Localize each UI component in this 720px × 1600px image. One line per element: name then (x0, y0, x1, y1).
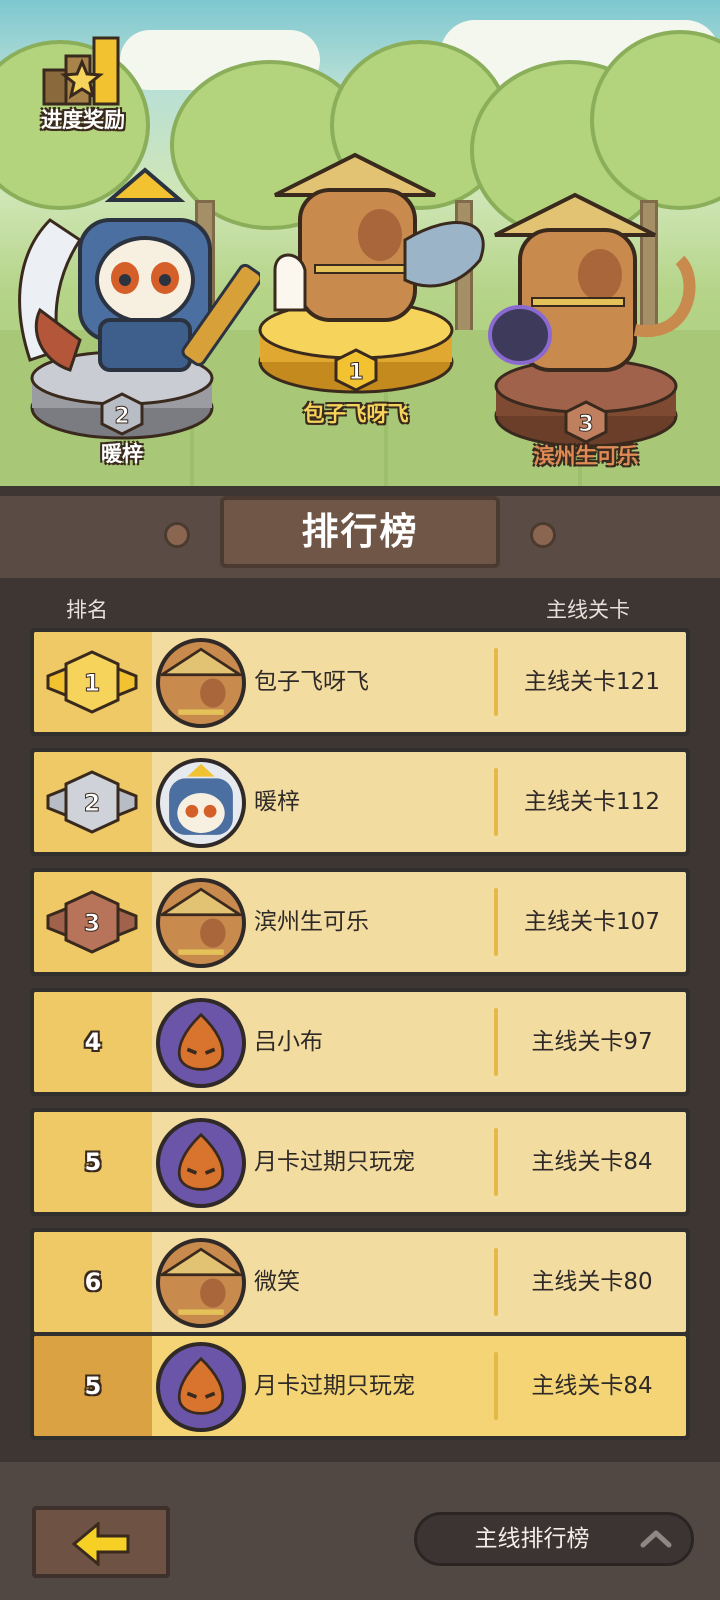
rank-number: 1 (84, 669, 101, 697)
list-item-body: 5 月卡过期只玩宠 主线关卡84 (34, 1112, 686, 1212)
list-item-body: 6 微笑 主线关卡80 (34, 1232, 686, 1332)
player-name: 包子飞呀飞 (254, 669, 369, 695)
board-header-edge (0, 486, 720, 496)
stage-value: 主线关卡112 (524, 789, 660, 815)
svg-text:2: 2 (114, 404, 129, 429)
bottom-bar: 主线排行榜 (0, 1446, 720, 1600)
player-name: 月卡过期只玩宠 (254, 1149, 415, 1175)
chevron-up-icon (640, 1530, 672, 1548)
podium-scene: 进度奖励 2 暖梓 1 包子飞呀飞 3 滨州生可乐 (0, 0, 720, 486)
stage-value: 主线关卡97 (531, 1029, 653, 1055)
avatar-chestnut (156, 1342, 246, 1432)
nail-left (164, 522, 190, 548)
list-item[interactable]: 4 吕小布 主线关卡97 (30, 988, 690, 1096)
rank-cell: 6 (34, 1232, 152, 1332)
stage-value: 主线关卡84 (531, 1373, 653, 1399)
list-item-body: 1 包子飞呀飞 主线关卡121 (34, 632, 686, 732)
svg-text:1: 1 (348, 360, 363, 385)
my-rank-row[interactable]: 5 月卡过期只玩宠 主线关卡84 (30, 1332, 690, 1440)
player-name: 吕小布 (254, 1029, 323, 1055)
list-item-body: 4 吕小布 主线关卡97 (34, 992, 686, 1092)
rank-number: 3 (84, 909, 101, 937)
avatar-capybara (156, 638, 246, 728)
list-item-body: 3 滨州生可乐 主线关卡107 (34, 872, 686, 972)
avatar-chestnut (156, 998, 246, 1088)
podium-second-name: 暖梓 (101, 442, 143, 466)
progress-reward-button[interactable]: 进度奖励 (28, 34, 138, 134)
leaderboard-switch-label: 主线排行榜 (474, 1526, 590, 1552)
rank-cell: 5 (34, 1336, 152, 1436)
avatar-capybara (156, 878, 246, 968)
stage-value: 主线关卡107 (524, 909, 660, 935)
list-item[interactable]: 1 包子飞呀飞 主线关卡121 (30, 628, 690, 736)
title-plank: 排行榜 (220, 496, 500, 568)
rank-cell: 1 (34, 632, 152, 732)
samurai-panda-character (18, 167, 260, 372)
column-header-stage: 主线关卡 (546, 598, 630, 622)
avatar-samurai-panda (156, 758, 246, 848)
player-name: 滨州生可乐 (254, 909, 369, 935)
stage-value: 主线关卡84 (531, 1149, 653, 1175)
rank-number: 2 (84, 789, 101, 817)
rank-number: 4 (84, 1028, 102, 1056)
rank-number: 5 (84, 1148, 102, 1176)
bottom-bar-edge (0, 1446, 720, 1462)
podium-first-name: 包子飞呀飞 (303, 402, 409, 426)
rank-cell: 2 (34, 752, 152, 852)
avatar-capybara (156, 1238, 246, 1328)
list-item[interactable]: 2 暖梓 主线关卡112 (30, 748, 690, 856)
rank-number: 5 (84, 1372, 102, 1400)
back-button[interactable] (32, 1506, 170, 1578)
stage-value: 主线关卡80 (531, 1269, 653, 1295)
leaderboard-panel: 排行榜 排名 主线关卡 1 包子飞呀飞 主线关卡121 2 暖梓 主线关卡112… (0, 486, 720, 1600)
silver-medal-icon: 2 (46, 770, 138, 834)
list-item-body: 2 暖梓 主线关卡112 (34, 752, 686, 852)
nail-right (530, 522, 556, 548)
page-title: 排行榜 (301, 510, 419, 553)
player-name: 月卡过期只玩宠 (254, 1373, 415, 1399)
capybara-fish-character (273, 152, 485, 322)
list-item[interactable]: 3 滨州生可乐 主线关卡107 (30, 868, 690, 976)
list-item[interactable]: 5 月卡过期只玩宠 主线关卡84 (30, 1108, 690, 1216)
rank-cell: 3 (34, 872, 152, 972)
trophy-star-icon (42, 36, 120, 106)
stage-value: 主线关卡121 (524, 669, 660, 695)
player-name: 暖梓 (254, 789, 300, 815)
rank-number: 6 (84, 1268, 102, 1296)
progress-reward-label: 进度奖励 (41, 108, 125, 132)
rank-cell: 4 (34, 992, 152, 1092)
capybara-monkey-character (488, 192, 696, 372)
board-header: 排行榜 (0, 486, 720, 578)
gold-medal-icon: 1 (46, 650, 138, 714)
podium-third-name: 滨州生可乐 (533, 444, 639, 468)
bronze-medal-icon: 3 (46, 890, 138, 954)
my-rank-row-body: 5 月卡过期只玩宠 主线关卡84 (34, 1336, 686, 1436)
leaderboard-switch-dropdown[interactable]: 主线排行榜 (414, 1512, 694, 1566)
avatar-chestnut (156, 1118, 246, 1208)
player-name: 微笑 (254, 1269, 300, 1295)
svg-text:3: 3 (578, 412, 593, 437)
rank-cell: 5 (34, 1112, 152, 1212)
back-arrow-icon (72, 1522, 130, 1566)
list-item[interactable]: 6 微笑 主线关卡80 (30, 1228, 690, 1336)
column-header-rank: 排名 (66, 598, 108, 622)
